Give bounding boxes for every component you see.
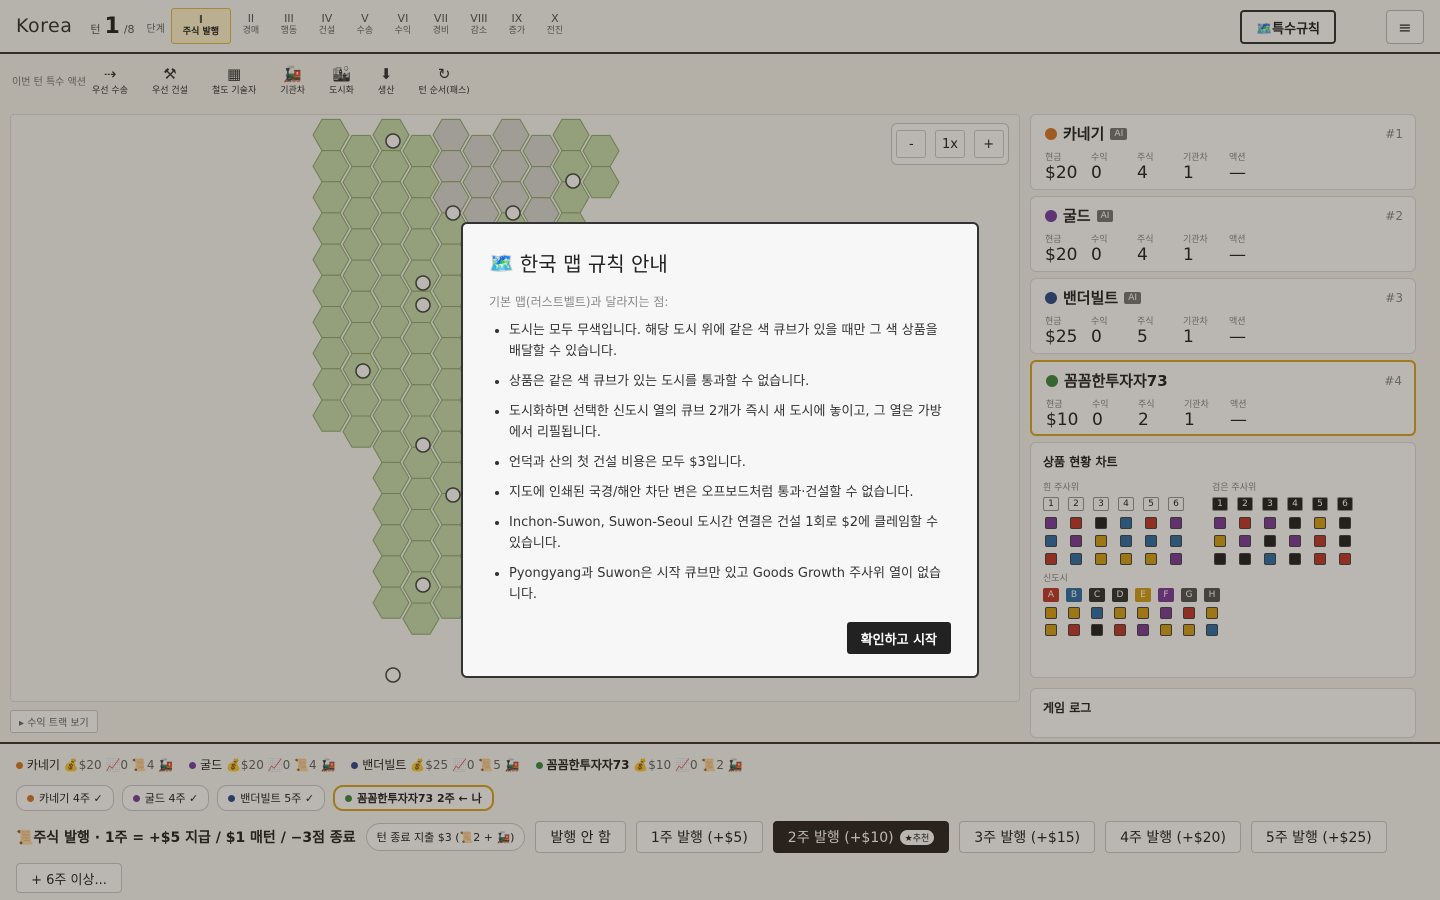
modal-subtitle: 기본 맵(러스트벨트)과 달라지는 점: xyxy=(489,295,669,309)
rule-item: 도시는 모두 무색입니다. 해당 도시 위에 같은 색 큐브가 있을 때만 그 … xyxy=(509,320,951,362)
rule-item: Pyongyang과 Suwon은 시작 큐브만 있고 Goods Growth… xyxy=(509,563,951,605)
confirm-start-button[interactable]: 확인하고 시작 xyxy=(846,622,951,654)
rule-item: Inchon-Suwon, Suwon-Seoul 도시간 연결은 건설 1회로… xyxy=(509,512,951,554)
modal-title-text: 한국 맵 규칙 안내 xyxy=(519,252,668,276)
rule-item: 언덕과 산의 첫 건설 비용은 모두 $3입니다. xyxy=(509,452,951,473)
korea-rules-modal: 🗺️ 한국 맵 규칙 안내 기본 맵(러스트벨트)과 달라지는 점: 도시는 모… xyxy=(461,222,979,678)
map-icon: 🗺️ xyxy=(489,250,514,275)
modal-title: 🗺️ 한국 맵 규칙 안내 xyxy=(489,248,951,277)
rule-item: 지도에 인쇄된 국경/해안 차단 변은 오프보드처럼 통과·건설할 수 없습니다… xyxy=(509,482,951,503)
rule-item: 도시화하면 선택한 신도시 열의 큐브 2개가 즉시 새 도시에 놓이고, 그 … xyxy=(509,401,951,443)
rules-list: 도시는 모두 무색입니다. 해당 도시 위에 같은 색 큐브가 있을 때만 그 … xyxy=(489,320,951,605)
rule-item: 상품은 같은 색 큐브가 있는 도시를 통과할 수 없습니다. xyxy=(509,371,951,392)
